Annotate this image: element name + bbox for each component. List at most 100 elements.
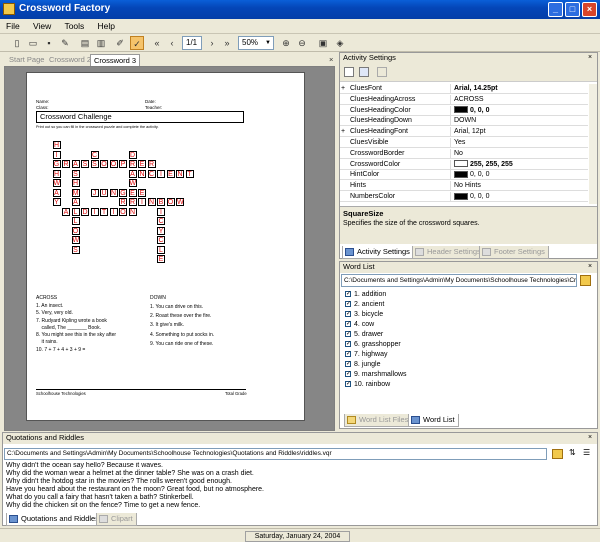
tab-word-list-files[interactable]: Word List Files	[344, 414, 413, 427]
setting-value[interactable]: 0, 0, 0	[452, 192, 489, 201]
quotation-line[interactable]: Why didn't the hotdog star in the movies…	[3, 478, 589, 486]
sort-icon[interactable]: ⇅	[569, 448, 576, 457]
print-preview-icon[interactable]: ▤	[78, 36, 92, 50]
quotation-line[interactable]: What do you call a fairy that hasn't tak…	[3, 494, 589, 502]
options-icon[interactable]: ◈	[333, 36, 347, 50]
checkbox[interactable]: ✓	[345, 371, 351, 378]
menu-tools[interactable]: Tools	[58, 19, 89, 31]
checkbox[interactable]: ✓	[345, 361, 351, 368]
checkbox[interactable]: ✓	[345, 311, 351, 318]
options-icon[interactable]: ☰	[583, 448, 590, 457]
quotation-line[interactable]: Why did the chicken sit on the fence? Ti…	[3, 502, 589, 510]
checkbox[interactable]: ✓	[345, 291, 351, 298]
quotation-line[interactable]: Why did the woman wear a helmet at the d…	[3, 470, 589, 478]
checkbox[interactable]: ✓	[345, 331, 351, 338]
setting-value[interactable]: 0, 0, 0	[452, 170, 489, 179]
setting-value[interactable]: ACROSS	[452, 95, 484, 104]
prev-page-icon[interactable]: ‹	[165, 36, 179, 50]
settings-row[interactable]: HintColor 0, 0, 0	[340, 170, 588, 181]
settings-row[interactable]: CluesHeadingAcross ACROSS	[340, 94, 588, 105]
tab-crossword-2[interactable]: Crossword 2	[46, 54, 94, 66]
settings-row[interactable]: CluesHeadingColor 0, 0, 0	[340, 105, 588, 116]
settings-row[interactable]: + CluesHeadingFont Arial, 12pt	[340, 127, 588, 138]
setting-value[interactable]: Yes	[452, 138, 465, 147]
menu-file[interactable]: File	[0, 19, 25, 31]
list-item[interactable]: ✓ 6. grasshopper	[340, 340, 597, 350]
expand-icon[interactable]: +	[341, 84, 345, 93]
panel-close-icon[interactable]: ×	[588, 434, 592, 441]
list-item[interactable]: ✓ 7. highway	[340, 350, 597, 360]
settings-row[interactable]: NumbersColor 0, 0, 0	[340, 192, 588, 202]
save-icon[interactable]: ▪	[42, 36, 56, 50]
open-icon[interactable]: ▭	[26, 36, 40, 50]
checkbox[interactable]: ✓	[345, 341, 351, 348]
tab-word-list[interactable]: Word List	[408, 414, 459, 427]
settings-grid[interactable]: + CluesFont Arial, 14.25pt CluesHeadingAcro…	[340, 84, 588, 204]
tab-start-page[interactable]: Start Page	[6, 54, 47, 66]
checkbox[interactable]: ✓	[345, 321, 351, 328]
settings-row[interactable]: CrosswordColor 255, 255, 255	[340, 159, 588, 170]
list-item[interactable]: ✓ 5. drawer	[340, 330, 597, 340]
list-item[interactable]: ✓ 3. bicycle	[340, 310, 597, 320]
quotation-line[interactable]: Have you heard about the restaurant on t…	[3, 486, 589, 494]
open-folder-icon[interactable]	[580, 275, 591, 286]
settings-row[interactable]: CluesHeadingDown DOWN	[340, 116, 588, 127]
panel-close-icon[interactable]: ×	[588, 263, 592, 270]
setting-value[interactable]: No Hints	[452, 181, 481, 190]
list-item[interactable]: ✓ 8. jungle	[340, 360, 597, 370]
setting-value[interactable]: Arial, 12pt	[452, 127, 486, 136]
alphabetical-icon[interactable]	[359, 67, 369, 77]
list-item[interactable]: ✓ 9. marshmallows	[340, 370, 597, 380]
checkbox[interactable]: ✓	[345, 381, 351, 388]
menu-view[interactable]: View	[27, 19, 56, 31]
list-item[interactable]: ✓ 2. ancient	[340, 300, 597, 310]
setting-value[interactable]: Arial, 14.25pt	[452, 84, 498, 93]
checkbox[interactable]: ✓	[345, 351, 351, 358]
settings-row[interactable]: CrosswordBorder No	[340, 148, 588, 159]
settings-scrollbar[interactable]	[589, 84, 597, 204]
tab-header-settings[interactable]: Header Settings	[412, 246, 485, 259]
wand-icon[interactable]: ✎	[58, 36, 72, 50]
page-number-field[interactable]: 1/1	[182, 36, 202, 50]
check-icon[interactable]: ✓	[130, 36, 144, 50]
tab-activity-settings[interactable]: Activity Settings	[342, 246, 414, 259]
list-item[interactable]: ✓ 4. cow	[340, 320, 597, 330]
setting-value[interactable]: DOWN	[452, 116, 476, 125]
tab-crossword-3[interactable]: Crossword 3	[90, 54, 141, 66]
menu-help[interactable]: Help	[92, 19, 120, 31]
settings-row[interactable]: + CluesFont Arial, 14.25pt	[340, 84, 588, 94]
panel-close-icon[interactable]: ×	[588, 54, 592, 61]
first-page-icon[interactable]: «	[150, 36, 164, 50]
zoom-select[interactable]: 50% ▼	[238, 36, 274, 50]
close-tab-icon[interactable]: ×	[326, 54, 336, 66]
tab-quotations-riddles[interactable]: Quotations and Riddles	[6, 513, 103, 526]
quotation-line[interactable]: Why didn't the ocean say hello? Because …	[3, 462, 589, 470]
list-item[interactable]: ✓ 1. addition	[340, 290, 597, 300]
zoom-out-icon[interactable]: ⊖	[295, 36, 309, 50]
checkbox[interactable]: ✓	[345, 301, 351, 308]
new-icon[interactable]: ▯	[10, 36, 24, 50]
minimize-button[interactable]: _	[548, 2, 563, 17]
setting-value[interactable]: No	[452, 149, 463, 158]
word-list-path[interactable]: C:\Documents and Settings\Admin\My Docum…	[341, 274, 577, 287]
expand-icon[interactable]: +	[341, 127, 345, 136]
list-item[interactable]: ✓ 10. rainbow	[340, 380, 597, 390]
zoom-in-icon[interactable]: ⊕	[279, 36, 293, 50]
print-icon[interactable]: ▥	[94, 36, 108, 50]
last-page-icon[interactable]: »	[220, 36, 234, 50]
quotations-path[interactable]: C:\Documents and Settings\Admin\My Docum…	[4, 448, 547, 460]
setting-value[interactable]: 255, 255, 255	[452, 160, 513, 169]
settings-row[interactable]: CluesVisible Yes	[340, 138, 588, 148]
open-folder-icon[interactable]	[552, 449, 563, 459]
tab-footer-settings[interactable]: Footer Settings	[479, 246, 549, 259]
edit-icon[interactable]: ✐	[113, 36, 127, 50]
close-button[interactable]: ×	[582, 2, 597, 17]
categorized-icon[interactable]	[344, 67, 354, 77]
next-page-icon[interactable]: ›	[205, 36, 219, 50]
settings-icon[interactable]: ▣	[316, 36, 330, 50]
tab-clipart[interactable]: Clipart	[96, 513, 137, 526]
setting-value[interactable]: 0, 0, 0	[452, 106, 489, 115]
maximize-button[interactable]: □	[565, 2, 580, 17]
settings-row[interactable]: Hints No Hints	[340, 181, 588, 192]
property-pages-icon[interactable]	[377, 67, 387, 77]
